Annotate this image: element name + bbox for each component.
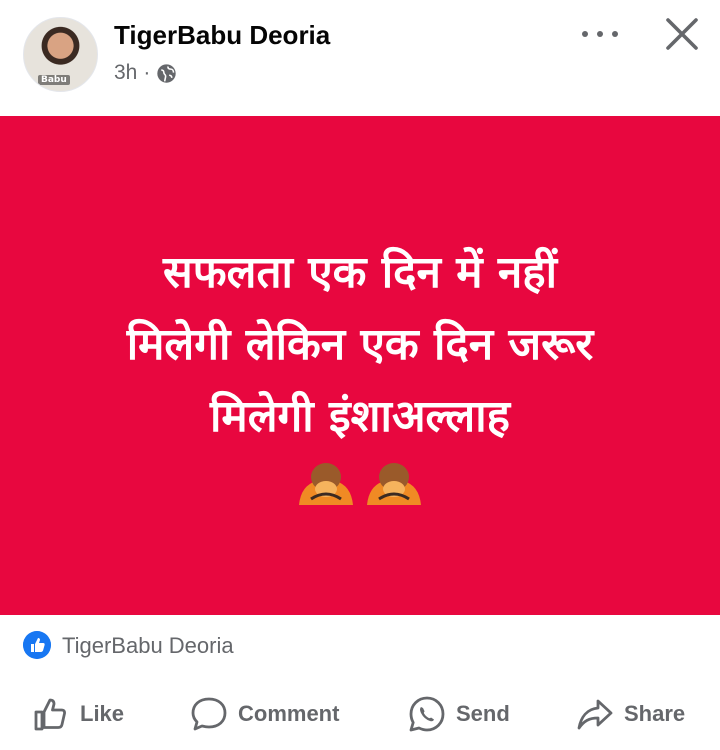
emoji-row bbox=[295, 459, 425, 507]
author-name[interactable]: TigerBabu Deoria bbox=[114, 20, 330, 51]
share-icon bbox=[577, 699, 613, 730]
like-icon bbox=[34, 698, 66, 731]
more-dot-icon bbox=[597, 31, 603, 37]
post-text-line: मिलेगी लेकिन एक दिन जरूर bbox=[126, 318, 594, 370]
like-reaction-icon bbox=[23, 631, 51, 659]
post-timestamp[interactable]: 3h bbox=[114, 61, 137, 85]
globe-icon[interactable] bbox=[156, 63, 177, 84]
share-button[interactable]: Share bbox=[576, 696, 685, 732]
send-label: Send bbox=[456, 701, 510, 726]
post-header: Babu TigerBabu Deoria 3h · bbox=[0, 0, 720, 116]
post-text-line: मिलेगी इंशाअल्लाह bbox=[210, 390, 510, 442]
like-label: Like bbox=[80, 701, 125, 726]
like-button[interactable]: Like bbox=[32, 696, 124, 732]
reactions-bar[interactable]: TigerBabu Deoria bbox=[0, 615, 720, 675]
post-text-line: सफलता एक दिन में नहीं bbox=[162, 246, 558, 298]
whatsapp-icon bbox=[409, 696, 445, 732]
meta-separator: · bbox=[143, 61, 151, 84]
share-label: Share bbox=[624, 701, 686, 726]
post-content[interactable]: सफलता एक दिन में नहीं मिलेगी लेकिन एक दि… bbox=[0, 116, 720, 615]
reaction-names[interactable]: TigerBabu Deoria bbox=[62, 633, 234, 659]
post-text: सफलता एक दिन में नहीं मिलेगी लेकिन एक दि… bbox=[40, 237, 680, 453]
comment-button[interactable]: Comment bbox=[190, 696, 339, 732]
person-bowing-emoji bbox=[299, 462, 353, 505]
comment-label: Comment bbox=[238, 701, 340, 726]
close-icon[interactable] bbox=[662, 14, 702, 54]
more-options-button[interactable] bbox=[580, 20, 620, 48]
author-avatar[interactable]: Babu bbox=[23, 17, 98, 92]
post-meta: 3h · bbox=[114, 61, 177, 85]
more-dot-icon bbox=[582, 31, 588, 37]
action-bar: Like Comment Send Share bbox=[0, 680, 720, 750]
comment-icon bbox=[191, 697, 227, 731]
avatar-tag: Babu bbox=[38, 75, 70, 85]
person-bowing-emoji bbox=[367, 462, 421, 505]
more-dot-icon bbox=[612, 31, 618, 37]
send-button[interactable]: Send bbox=[408, 696, 510, 732]
